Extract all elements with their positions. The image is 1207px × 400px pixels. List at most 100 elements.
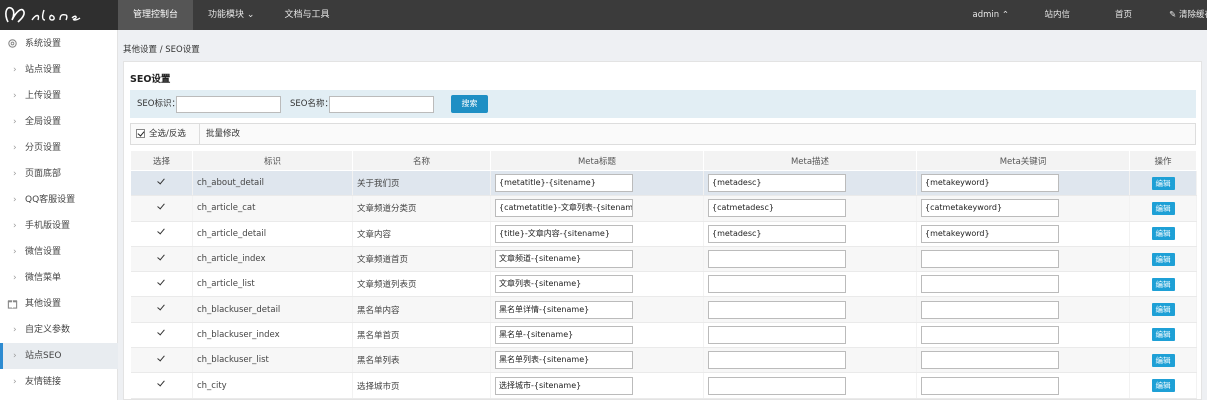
sidebar-item-label: 自定义参数 [25, 325, 71, 335]
seo-table: 选择 标识 名称 Meta标题 Meta描述 Meta关键词 操作 ch_about_det… [130, 150, 1197, 399]
meta-title-cell: 黑名单-{sitename} [490, 322, 704, 349]
sidebar-item[interactable]: › QQ客服设置 [0, 187, 118, 213]
meta-title-input[interactable]: 黑名单详情-{sitename} [495, 300, 633, 319]
top-nav-item[interactable]: 管理控制台 [118, 0, 194, 30]
meta-keywords-input[interactable] [921, 325, 1059, 344]
meta-desc-input[interactable]: {catmetadesc} [708, 199, 846, 218]
meta-desc-input[interactable]: {metadesc} [708, 174, 846, 193]
meta-keywords-input[interactable]: {catmetakeyword} [921, 199, 1059, 218]
meta-keywords-input[interactable] [921, 376, 1059, 395]
meta-desc-input[interactable] [708, 275, 846, 294]
top-nav-item[interactable]: 文档与工具 [269, 0, 344, 30]
meta-title-input[interactable]: {title}-文章内容-{sitename} [495, 224, 633, 243]
meta-desc-input[interactable] [708, 250, 846, 269]
meta-desc-input[interactable] [708, 325, 846, 344]
seo-name-cell: 文章内容 [352, 221, 491, 247]
meta-title-input[interactable]: 文章列表-{sitename} [495, 275, 633, 294]
meta-title-input[interactable]: {metatitle}-{sitename} [495, 174, 633, 193]
meta-desc-cell [703, 271, 917, 298]
edit-button[interactable]: 编辑 [1151, 252, 1175, 266]
sidebar-item[interactable]: › 页面底部 [0, 161, 118, 187]
seo-id-cell: ch_blackuser_index [192, 322, 353, 349]
select-cell [130, 221, 193, 247]
meta-title-input[interactable]: 黑名单列表-{sitename} [495, 351, 633, 370]
seo-name-cell: 文章频道分类页 [352, 195, 491, 222]
seo-id-input[interactable] [176, 96, 281, 113]
row-checkbox[interactable] [157, 178, 165, 186]
operation-cell: 编辑 [1129, 246, 1197, 273]
operation-cell: 编辑 [1129, 322, 1197, 349]
row-checkbox[interactable] [157, 355, 165, 363]
user-menu[interactable]: admin ⌃ [973, 0, 1009, 30]
sidebar-item[interactable]: › 站点设置 [0, 57, 118, 83]
top-nav-label: 文档与工具 [284, 10, 330, 20]
meta-keywords-cell [916, 347, 1130, 374]
operation-cell: 编辑 [1129, 347, 1197, 374]
sidebar-item[interactable]: › 上传设置 [0, 83, 118, 109]
meta-keywords-input[interactable] [921, 250, 1059, 269]
meta-desc-cell [703, 322, 917, 349]
sidebar-item[interactable]: › 手机版设置 [0, 213, 118, 239]
row-checkbox[interactable] [157, 279, 165, 287]
home-link[interactable]: 首页 [1115, 0, 1132, 30]
meta-title-input[interactable]: 文章频道-{sitename} [495, 250, 633, 269]
row-checkbox[interactable] [157, 254, 165, 262]
meta-desc-input[interactable] [708, 376, 846, 395]
search-button[interactable]: 搜索 [451, 95, 488, 113]
sidebar-item[interactable]: › 微信设置 [0, 239, 118, 265]
meta-keywords-input[interactable] [921, 300, 1059, 319]
edit-button[interactable]: 编辑 [1151, 379, 1175, 393]
row-checkbox[interactable] [157, 380, 165, 388]
clear-cache-button[interactable]: ✎ 清除缓存 [1169, 0, 1207, 30]
sidebar-item[interactable]: › 微信菜单 [0, 265, 118, 291]
panel-title: SEO设置 [130, 74, 171, 85]
select-cell [130, 322, 193, 349]
meta-title-cell: {title}-文章内容-{sitename} [490, 221, 704, 247]
logo[interactable] [0, 0, 118, 30]
meta-title-input[interactable]: 选择城市-{sitename} [495, 376, 633, 395]
meta-desc-input[interactable]: {metadesc} [708, 224, 846, 243]
meta-title-input[interactable]: {catmetatitle}-文章列表-{sitename} [495, 199, 633, 218]
row-checkbox[interactable] [157, 203, 165, 211]
edit-button[interactable]: 编辑 [1151, 328, 1175, 342]
edit-button[interactable]: 编辑 [1151, 303, 1175, 317]
sidebar-item-label: 分页设置 [25, 143, 62, 153]
select-all-checkbox[interactable] [136, 129, 145, 138]
meta-keywords-cell [916, 271, 1130, 298]
column-header: Meta标题 [490, 150, 704, 171]
meta-desc-input[interactable] [708, 351, 846, 370]
meta-title-input[interactable]: 黑名单-{sitename} [495, 325, 633, 344]
select-all-button[interactable]: 全选/反选 [149, 124, 186, 144]
row-checkbox[interactable] [157, 304, 165, 312]
chevron-right-icon: › [13, 91, 17, 101]
edit-button[interactable]: 编辑 [1151, 277, 1175, 291]
top-nav-item[interactable]: 功能模块 ⌄ [193, 0, 269, 30]
batch-edit-button[interactable]: 批量修改 [206, 124, 240, 144]
sidebar-item[interactable]: › 分页设置 [0, 135, 118, 161]
meta-keywords-input[interactable]: {metakeyword} [921, 174, 1059, 193]
messages-link[interactable]: 站内信 [1044, 0, 1070, 30]
meta-keywords-cell: {catmetakeyword} [916, 195, 1130, 222]
row-checkbox[interactable] [157, 228, 165, 236]
sidebar-item[interactable]: › 自定义参数 [0, 317, 118, 343]
top-nav: 管理控制台 功能模块 ⌄ 文档与工具 [118, 0, 344, 30]
row-checkbox[interactable] [157, 329, 165, 337]
sidebar-item[interactable]: 系统设置 [0, 31, 118, 57]
meta-keywords-input[interactable] [921, 275, 1059, 294]
sidebar-item-label: 手机版设置 [25, 221, 71, 231]
meta-keywords-input[interactable] [921, 351, 1059, 370]
meta-desc-input[interactable] [708, 300, 846, 319]
sidebar-item[interactable]: › 全局设置 [0, 109, 118, 135]
meta-title-cell: {catmetatitle}-文章列表-{sitename} [490, 195, 704, 222]
sidebar-item-label: 系统设置 [25, 39, 62, 49]
meta-keywords-input[interactable]: {metakeyword} [921, 224, 1059, 243]
edit-button[interactable]: 编辑 [1151, 201, 1175, 215]
edit-button[interactable]: 编辑 [1151, 353, 1175, 367]
sidebar-item[interactable]: 其他设置 [0, 291, 118, 317]
sidebar-item[interactable]: › 站点SEO [0, 343, 118, 369]
edit-button[interactable]: 编辑 [1151, 227, 1175, 241]
seo-name-input[interactable] [329, 96, 434, 113]
edit-button[interactable]: 编辑 [1151, 176, 1175, 190]
top-bar: 管理控制台 功能模块 ⌄ 文档与工具 admin ⌃ 站内信 首页 ✎ 清除缓存 [0, 0, 1207, 30]
sidebar-item[interactable]: › 友情链接 [0, 369, 118, 395]
